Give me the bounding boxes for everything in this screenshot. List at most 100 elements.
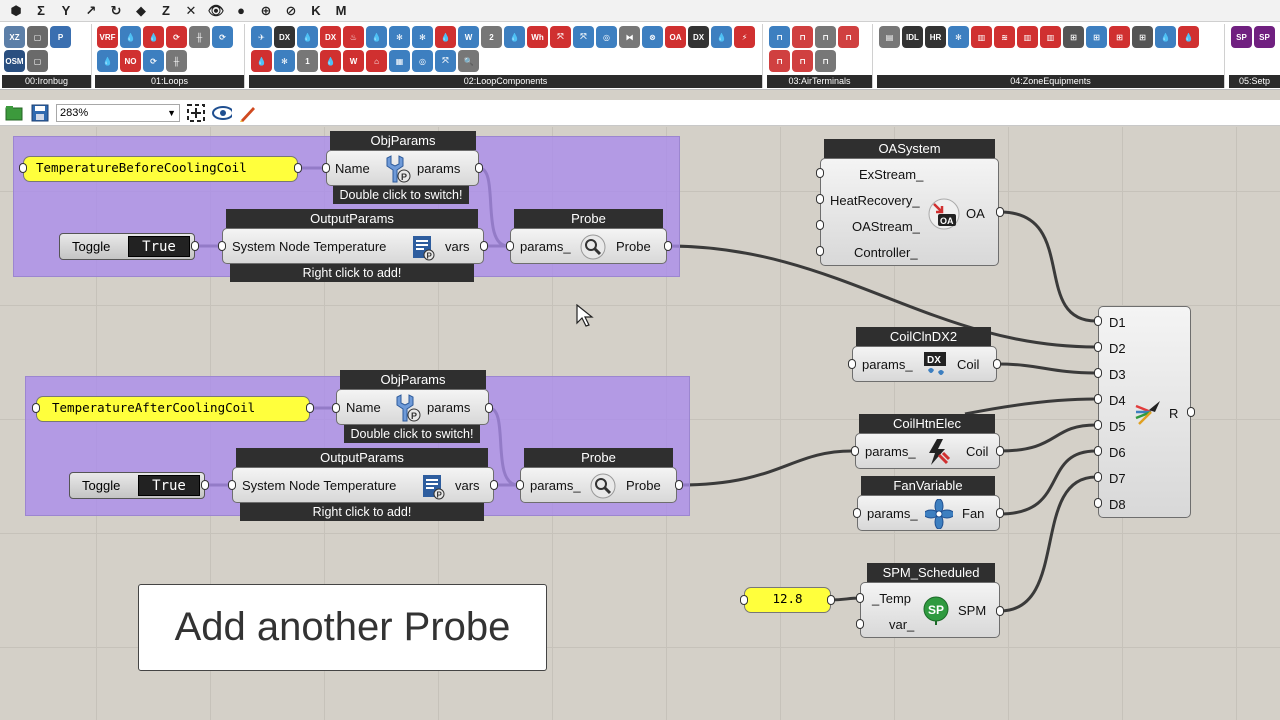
- m-icon[interactable]: M: [331, 2, 351, 20]
- sigma-icon[interactable]: Σ: [31, 2, 51, 20]
- valve-icon[interactable]: ⧓: [619, 26, 640, 48]
- sp-icon[interactable]: SP: [1231, 26, 1252, 48]
- panel-input-port[interactable]: [740, 595, 748, 605]
- objparams-output-port[interactable]: [485, 403, 493, 413]
- pump-icon[interactable]: ⊗: [642, 26, 663, 48]
- fan-input-port[interactable]: [853, 508, 861, 518]
- sketch-pen-icon[interactable]: [238, 103, 258, 123]
- dx-icon[interactable]: DX: [274, 26, 295, 48]
- fork-icon[interactable]: Y: [56, 2, 76, 20]
- drop5-icon[interactable]: 💧: [711, 26, 732, 48]
- panel-output-port[interactable]: [306, 403, 314, 413]
- flame-icon[interactable]: ♨: [343, 26, 364, 48]
- refresh-icon[interactable]: ↻: [106, 2, 126, 20]
- water-loop-icon[interactable]: 💧: [120, 26, 141, 48]
- fan-component[interactable]: params_ Fan: [857, 495, 1000, 531]
- z-icon[interactable]: Z: [156, 2, 176, 20]
- terminal2-icon[interactable]: ⊓: [792, 26, 813, 48]
- ribbon-label-ironbug[interactable]: 00:Ironbug: [2, 75, 91, 88]
- boolean-toggle[interactable]: Toggle True: [59, 233, 195, 260]
- ribbon-label-loops[interactable]: 01:Loops: [95, 75, 244, 88]
- terminal6-icon[interactable]: ⊓: [792, 50, 813, 72]
- oasystem-output-port[interactable]: [996, 207, 1004, 217]
- osm-icon[interactable]: OSM: [4, 50, 25, 72]
- no-icon[interactable]: NO: [120, 50, 141, 72]
- cross-icon[interactable]: ✕: [181, 2, 201, 20]
- probe-component[interactable]: params_ Probe: [510, 228, 667, 264]
- ribbon-label-zoneequipments[interactable]: 04:ZoneEquipments: [877, 75, 1224, 88]
- coil-icon[interactable]: ✈: [251, 26, 272, 48]
- zfan-icon[interactable]: ✻: [948, 26, 969, 48]
- save-icon[interactable]: [30, 103, 50, 123]
- zone10-icon[interactable]: 💧: [1155, 26, 1176, 48]
- dx3-icon[interactable]: DX: [688, 26, 709, 48]
- spm-output-port[interactable]: [996, 606, 1004, 616]
- loop3-icon[interactable]: ⟳: [143, 50, 164, 72]
- num2-icon[interactable]: 2: [481, 26, 502, 48]
- open-file-icon[interactable]: [4, 103, 24, 123]
- zone3-icon[interactable]: ≋: [994, 26, 1015, 48]
- merge-port-d8[interactable]: [1094, 498, 1102, 508]
- preview-eye-icon[interactable]: [212, 103, 232, 123]
- drop7-icon[interactable]: 💧: [320, 50, 341, 72]
- house-icon[interactable]: ⌂: [366, 50, 387, 72]
- hot-loop-icon[interactable]: 💧: [143, 26, 164, 48]
- loop-icon[interactable]: ⟳: [166, 26, 187, 48]
- probe-output-port[interactable]: [664, 241, 672, 251]
- params-icon[interactable]: P: [50, 26, 71, 48]
- globe-icon[interactable]: ⊕: [256, 2, 276, 20]
- merge-port-d6[interactable]: [1094, 446, 1102, 456]
- merge-port-d2[interactable]: [1094, 342, 1102, 352]
- w-icon[interactable]: W: [458, 26, 479, 48]
- zoom-extents-icon[interactable]: [186, 103, 206, 123]
- pipe-icon[interactable]: ⤧: [550, 26, 571, 48]
- merge-port-d4[interactable]: [1094, 394, 1102, 404]
- drop4-icon[interactable]: 💧: [504, 26, 525, 48]
- zone5-icon[interactable]: ▥: [1040, 26, 1061, 48]
- zone-icon[interactable]: ▤: [879, 26, 900, 48]
- spm-port-var[interactable]: [856, 619, 864, 629]
- diamond-icon[interactable]: ◆: [131, 2, 151, 20]
- wh2-icon[interactable]: W: [343, 50, 364, 72]
- merge-component[interactable]: D1 D2 D3 D4 D5 D6 D7 D8 R: [1098, 306, 1191, 518]
- outputparams-component[interactable]: System Node Temperature P vars: [222, 228, 484, 264]
- zoom-select[interactable]: 283% ▼: [56, 103, 180, 122]
- hr-icon[interactable]: HR: [925, 26, 946, 48]
- objparams-input-port[interactable]: [322, 163, 330, 173]
- panel-input-port[interactable]: [19, 163, 27, 173]
- panel-input-port[interactable]: [32, 403, 40, 413]
- grid-icon[interactable]: ⊘: [281, 2, 301, 20]
- terminal4-icon[interactable]: ⊓: [838, 26, 859, 48]
- panel-setpoint-value[interactable]: 12.8: [744, 587, 831, 613]
- spm-port-temp[interactable]: [856, 593, 864, 603]
- zone4-icon[interactable]: ▥: [1017, 26, 1038, 48]
- zone2-icon[interactable]: ▥: [971, 26, 992, 48]
- grid2-icon[interactable]: ▦: [389, 50, 410, 72]
- fan3-icon[interactable]: ✻: [274, 50, 295, 72]
- outputparams-output-port[interactable]: [480, 241, 488, 251]
- drop3-icon[interactable]: 💧: [435, 26, 456, 48]
- sp2-icon[interactable]: SP: [1254, 26, 1275, 48]
- k-icon[interactable]: K: [306, 2, 326, 20]
- ghpython-icon[interactable]: ⬢: [6, 2, 26, 20]
- bolt-icon[interactable]: ⚡: [734, 26, 755, 48]
- ladybug-icon[interactable]: ●: [231, 2, 251, 20]
- merge-port-d5[interactable]: [1094, 420, 1102, 430]
- terminal3-icon[interactable]: ⊓: [815, 26, 836, 48]
- search-ribbon-icon[interactable]: 🔍: [458, 50, 479, 72]
- zone6-icon[interactable]: ⊞: [1063, 26, 1084, 48]
- coil-heating-component[interactable]: params_ Coil: [855, 433, 1000, 469]
- oasystem-component[interactable]: ExStream_ HeatRecovery_ OAStream_ Contro…: [820, 158, 999, 266]
- cube-icon[interactable]: ▢: [27, 26, 48, 48]
- oa-icon[interactable]: OA: [665, 26, 686, 48]
- ironbug-icon[interactable]: XZ: [4, 26, 25, 48]
- panel-output-port[interactable]: [827, 595, 835, 605]
- outputparams-input-port[interactable]: [218, 241, 226, 251]
- objparams-component[interactable]: Name P params: [326, 150, 479, 186]
- fan2-icon[interactable]: ✻: [412, 26, 433, 48]
- zone7-icon[interactable]: ⊞: [1086, 26, 1107, 48]
- outputparams-input-port[interactable]: [228, 480, 236, 490]
- oasystem-port-oastream[interactable]: [816, 220, 824, 230]
- drop2-icon[interactable]: 💧: [366, 26, 387, 48]
- oasystem-port-exstream[interactable]: [816, 168, 824, 178]
